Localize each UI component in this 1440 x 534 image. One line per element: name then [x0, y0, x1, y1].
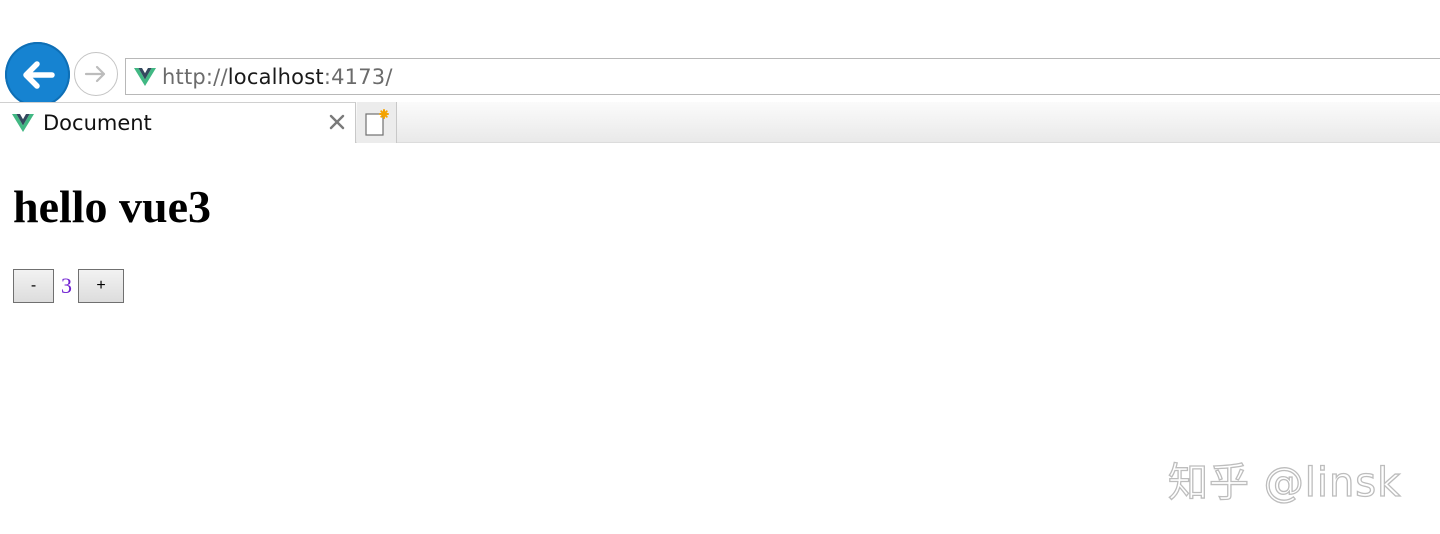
- watermark: 知乎 @linsk: [1167, 459, 1402, 506]
- page-content: hello vue3 - 3 +: [13, 143, 212, 303]
- vue-logo-icon: [12, 113, 34, 133]
- url-scheme: http://: [162, 64, 228, 89]
- tab-document[interactable]: Document: [0, 102, 356, 143]
- back-button[interactable]: [5, 42, 70, 107]
- arrow-right-icon: [84, 65, 106, 83]
- address-bar[interactable]: http://localhost:4173/: [125, 58, 1440, 95]
- counter: - 3 +: [13, 269, 124, 303]
- increment-button[interactable]: +: [78, 269, 124, 303]
- url-port-path: :4173/: [323, 64, 393, 89]
- close-icon[interactable]: [327, 112, 347, 132]
- tab-title: Document: [43, 111, 152, 135]
- new-tab-button[interactable]: [357, 102, 397, 143]
- url-text[interactable]: http://localhost:4173/: [162, 65, 393, 89]
- counter-value: 3: [61, 273, 72, 298]
- arrow-left-icon: [22, 60, 55, 89]
- vue-logo-icon: [134, 67, 156, 87]
- forward-button[interactable]: [74, 52, 118, 96]
- tab-strip: Document: [0, 102, 1440, 143]
- page-heading: hello vue3: [13, 181, 212, 232]
- new-tab-icon: [364, 108, 389, 136]
- decrement-button[interactable]: -: [13, 269, 54, 303]
- url-host: localhost: [227, 64, 324, 89]
